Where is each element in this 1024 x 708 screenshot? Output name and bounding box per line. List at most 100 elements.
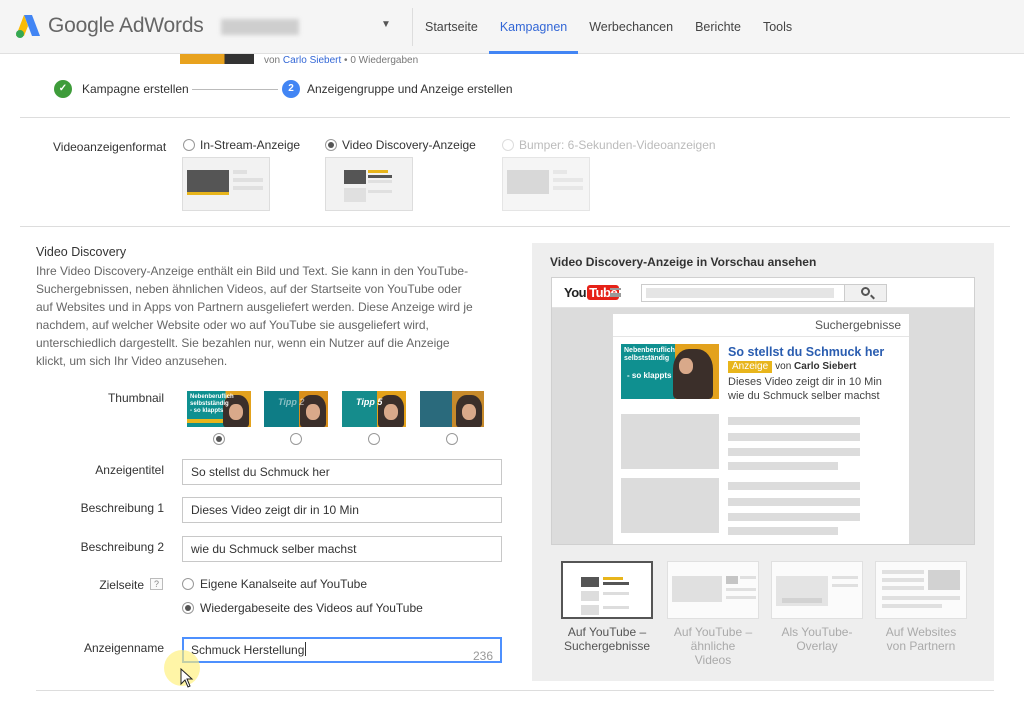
- step-connector: [192, 89, 278, 90]
- placeholder-thumbnail: [621, 414, 719, 469]
- section-divider: [20, 226, 1010, 227]
- landing-option-watch-page[interactable]: Wiedergabeseite des Videos auf YouTube: [182, 601, 423, 615]
- thumbnail-option-4[interactable]: [420, 391, 484, 427]
- section-divider: [20, 117, 1010, 118]
- search-icon: [861, 287, 870, 296]
- preview-option-2-label-line2: ähnliche: [690, 639, 736, 653]
- thumbnail-radio-4[interactable]: [446, 433, 458, 445]
- description-2-label: Beschreibung 2: [80, 540, 164, 554]
- logo-google-text: Google: [48, 14, 115, 37]
- check-icon: ✓: [54, 80, 72, 98]
- preview-option-1-label-line2: Suchergebnisse: [563, 639, 651, 653]
- preview-option-search-results[interactable]: Auf YouTube – Suchergebnisse: [561, 561, 653, 653]
- youtube-search-box: [641, 284, 887, 302]
- step-2-label: Anzeigengruppe und Anzeige erstellen: [307, 82, 513, 96]
- hamburger-menu-icon: [610, 288, 621, 297]
- radio-landing-channel[interactable]: [182, 578, 194, 590]
- thumbnail-option-3[interactable]: Tipp 5: [342, 391, 406, 427]
- selected-video-author[interactable]: Carlo Siebert: [283, 55, 341, 66]
- preview-option-related-videos[interactable]: Auf YouTube – ähnliche Videos: [667, 561, 759, 667]
- search-results-heading: Suchergebnisse: [814, 318, 901, 332]
- thumbnail-option-1[interactable]: Nebenberuflich selbstständig - so klappt…: [187, 391, 251, 427]
- ad-name-value: Schmuck Herstellung: [191, 643, 305, 657]
- placeholder-line: [728, 482, 860, 490]
- thumbnail-radio-1[interactable]: [213, 433, 225, 445]
- adwords-logo-icon: [16, 15, 40, 38]
- nav-kampagnen[interactable]: Kampagnen: [488, 0, 579, 54]
- logo-product-text: AdWords: [119, 14, 204, 37]
- account-selector[interactable]: ▼: [205, 10, 405, 44]
- description-1-input[interactable]: Dieses Video zeigt dir in 10 Min: [182, 497, 502, 523]
- selected-video-by: von: [264, 55, 281, 66]
- preview-option-2-label-line3: Videos: [694, 653, 732, 667]
- help-icon[interactable]: ?: [150, 578, 163, 590]
- format-instream-illustration[interactable]: [182, 157, 270, 211]
- format-bumper-illustration: [502, 157, 590, 211]
- radio-bumper: [502, 139, 514, 151]
- preview-option-overlay[interactable]: Als YouTube- Overlay: [771, 561, 863, 653]
- nav-werbechancen[interactable]: Werbechancen: [578, 0, 684, 54]
- placeholder-line: [728, 448, 860, 456]
- placeholder-line: [728, 527, 838, 535]
- preview-ad-meta: Anzeige von Carlo Siebert: [728, 361, 856, 373]
- adwords-logo[interactable]: Google AdWords: [14, 12, 204, 40]
- youtube-preview-frame: You Tube Suchergebnisse Nebenberuflich se…: [551, 277, 975, 545]
- preview-thumb-text-1: Nebenberuflich selbstständig: [624, 347, 675, 362]
- radio-instream[interactable]: [183, 139, 195, 151]
- description-2-input[interactable]: wie du Schmuck selber machst: [182, 536, 502, 562]
- wizard-steps: ✓ Kampagne erstellen 2 Anzeigengruppe un…: [54, 80, 534, 100]
- radio-discovery[interactable]: [325, 139, 337, 151]
- placeholder-thumbnail: [621, 478, 719, 533]
- ad-badge: Anzeige: [728, 361, 773, 373]
- preview-ad-line-2: wie du Schmuck selber machst: [728, 390, 880, 402]
- thumbnail-1-text: Nebenberuflich selbstständig - so klappt…: [190, 394, 234, 414]
- thumbnail-3-text: Tipp 5: [356, 397, 383, 407]
- landing-channel-label: Eigene Kanalseite auf YouTube: [200, 577, 368, 591]
- ad-name-char-count: 236: [472, 649, 493, 663]
- preview-option-2-label-line1: Auf YouTube –: [673, 625, 753, 639]
- ad-name-input[interactable]: Schmuck Herstellung 236: [182, 637, 502, 663]
- preview-option-4-label-line1: Auf Websites: [885, 625, 957, 639]
- landing-watch-page-label: Wiedergabeseite des Videos auf YouTube: [200, 601, 423, 615]
- thumbnail-radio-3[interactable]: [368, 433, 380, 445]
- format-option-discovery[interactable]: Video Discovery-Anzeige: [325, 138, 476, 152]
- preview-ad-title: So stellst du Schmuck her: [728, 345, 885, 359]
- youtube-logo-you: You: [564, 285, 587, 300]
- preview-ad-line-1: Dieses Video zeigt dir in 10 Min: [728, 376, 882, 388]
- preview-title: Video Discovery-Anzeige in Vorschau anse…: [550, 255, 817, 269]
- youtube-search-button: [844, 285, 886, 301]
- radio-landing-watch-page[interactable]: [182, 602, 194, 614]
- youtube-search-placeholder: [646, 288, 834, 298]
- youtube-header: You Tube: [552, 278, 974, 308]
- main-nav: Startseite Kampagnen Werbechancen Berich…: [414, 0, 803, 54]
- results-heading-divider: [613, 336, 909, 337]
- video-discovery-description: Ihre Video Discovery-Anzeige enthält ein…: [36, 264, 473, 368]
- thumbnail-option-2[interactable]: Tipp 2: [264, 391, 328, 427]
- format-option-instream[interactable]: In-Stream-Anzeige: [183, 138, 300, 152]
- thumbnail-label: Thumbnail: [107, 391, 164, 405]
- description-1-label: Beschreibung 1: [80, 501, 164, 515]
- format-label: Videoanzeigenformat: [53, 140, 167, 154]
- top-bar: Google AdWords ▼ Startseite Kampagnen We…: [0, 0, 1024, 54]
- preview-option-partner-sites[interactable]: Auf Websites von Partnern: [875, 561, 967, 653]
- text-caret: [305, 642, 307, 656]
- selected-video-meta: von Carlo Siebert • 0 Wiedergaben: [264, 55, 418, 66]
- nav-tools[interactable]: Tools: [752, 0, 803, 54]
- preview-option-3-label-line1: Als YouTube-: [781, 625, 853, 639]
- selected-video-thumbnail: [180, 54, 254, 64]
- landing-option-channel[interactable]: Eigene Kanalseite auf YouTube: [182, 577, 367, 591]
- preview-ad-thumbnail: Nebenberuflich selbstständig - so klappt…: [621, 344, 719, 399]
- format-discovery-illustration[interactable]: [325, 157, 413, 211]
- nav-berichte[interactable]: Berichte: [684, 0, 752, 54]
- thumbnail-radio-2[interactable]: [290, 433, 302, 445]
- format-instream-label: In-Stream-Anzeige: [200, 138, 301, 152]
- preview-option-1-label-line1: Auf YouTube –: [567, 625, 647, 639]
- step-1-label: Kampagne erstellen: [82, 82, 189, 96]
- youtube-search-results: Suchergebnisse Nebenberuflich selbststän…: [613, 314, 909, 544]
- step-2-number: 2: [282, 80, 300, 98]
- ad-name-label: Anzeigenname: [83, 641, 164, 655]
- ad-title-input[interactable]: So stellst du Schmuck her: [182, 459, 502, 485]
- landing-page-label: Zielseite: [99, 578, 144, 592]
- preview-option-3-label-line2: Overlay: [796, 639, 838, 653]
- nav-startseite[interactable]: Startseite: [414, 0, 489, 54]
